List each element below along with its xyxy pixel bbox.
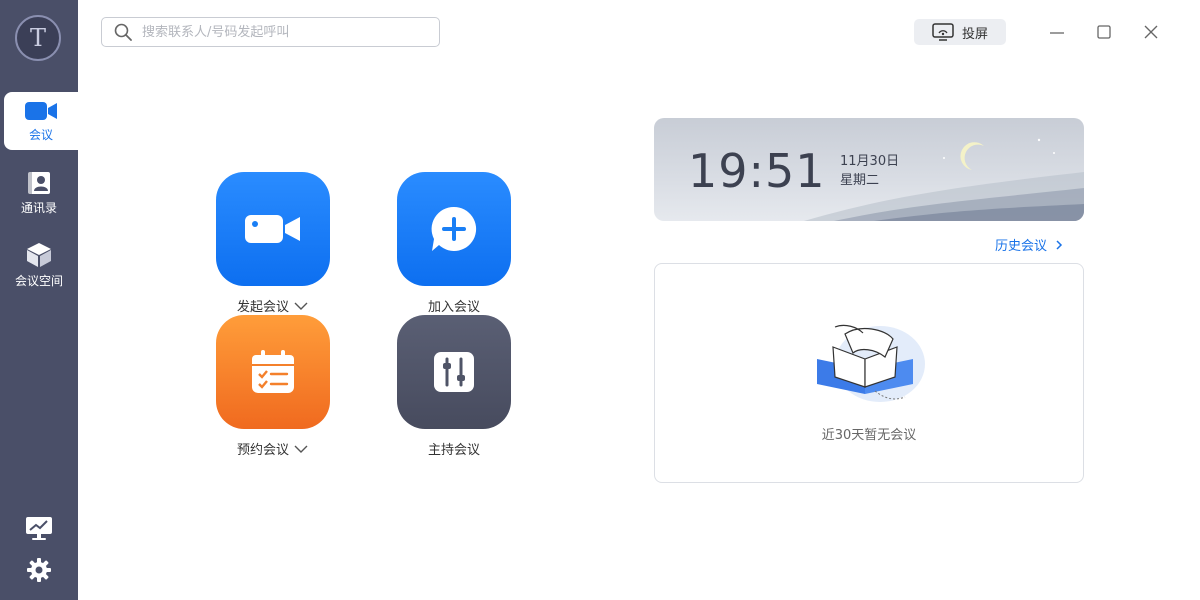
cast-screen-icon (932, 23, 954, 41)
clock-weekday: 星期二 (840, 173, 880, 188)
meeting-history-label: 历史会议 (995, 239, 1048, 254)
search-box[interactable] (101, 17, 440, 47)
clock-date-block: 11月30日 星期二 (840, 152, 899, 190)
video-camera-icon (245, 215, 300, 243)
clock-time: 19:51 (688, 144, 826, 198)
app-window: T 会议 通讯录 会议空间 搜索联系人/号码发起呼叫 投屏 发起会议 加入会议 … (0, 0, 1200, 600)
cast-screen-label: 投屏 (961, 26, 988, 42)
monitor-chart-button[interactable] (24, 513, 54, 543)
sidebar-item-label: 会议 (28, 127, 53, 142)
settings-button[interactable] (24, 555, 54, 585)
contacts-icon (28, 171, 50, 194)
host-meeting-action[interactable]: 主持会议 (384, 315, 524, 458)
video-camera-icon (25, 101, 57, 120)
empty-book-illustration (817, 324, 925, 402)
start-meeting-tile[interactable] (216, 172, 330, 286)
avatar[interactable]: T (15, 15, 61, 61)
schedule-meeting-action[interactable]: 预约会议 (203, 315, 343, 458)
close-button[interactable] (1141, 22, 1161, 42)
cube-icon (27, 242, 51, 267)
maximize-icon (1097, 25, 1111, 39)
host-meeting-label: 主持会议 (427, 443, 480, 458)
sidebar-item-meeting-space[interactable]: 会议空间 (0, 236, 78, 294)
empty-history-text: 近30天暂无会议 (821, 428, 917, 443)
sidebar: T 会议 通讯录 会议空间 (0, 0, 78, 600)
schedule-meeting-label: 预约会议 (236, 443, 289, 458)
search-icon (114, 23, 132, 41)
close-icon (1144, 25, 1158, 39)
chevron-down-icon[interactable] (293, 443, 309, 455)
join-meeting-action[interactable]: 加入会议 (384, 172, 524, 315)
clock-date: 11月30日 (840, 154, 900, 169)
join-meeting-tile[interactable] (397, 172, 511, 286)
host-meeting-tile[interactable] (397, 315, 511, 429)
start-meeting-action[interactable]: 发起会议 (203, 172, 343, 315)
meeting-history-link[interactable]: 历史会议 (995, 235, 1065, 254)
monitor-chart-icon (26, 517, 52, 540)
sliders-icon (434, 352, 474, 392)
join-meeting-label: 加入会议 (427, 300, 480, 315)
minimize-button[interactable] (1047, 22, 1067, 42)
plus-bubble-icon (431, 206, 477, 251)
cast-screen-button[interactable]: 投屏 (914, 19, 1006, 45)
calendar-icon (252, 350, 294, 393)
sidebar-item-label: 通讯录 (20, 200, 57, 215)
avatar-letter: T (29, 24, 46, 52)
maximize-button[interactable] (1094, 22, 1114, 42)
meeting-history-panel: 近30天暂无会议 (654, 263, 1084, 483)
sidebar-item-label: 会议空间 (14, 273, 63, 288)
search-input[interactable] (140, 23, 424, 41)
chevron-down-icon[interactable] (293, 300, 309, 312)
start-meeting-label: 发起会议 (236, 300, 289, 315)
minimize-icon (1050, 32, 1064, 34)
clock-card: 19:51 11月30日 星期二 (654, 118, 1084, 221)
chevron-right-icon (1056, 239, 1063, 250)
sidebar-item-contacts[interactable]: 通讯录 (0, 164, 78, 222)
gear-icon (27, 558, 51, 582)
sidebar-item-meeting[interactable]: 会议 (4, 92, 78, 150)
schedule-meeting-tile[interactable] (216, 315, 330, 429)
